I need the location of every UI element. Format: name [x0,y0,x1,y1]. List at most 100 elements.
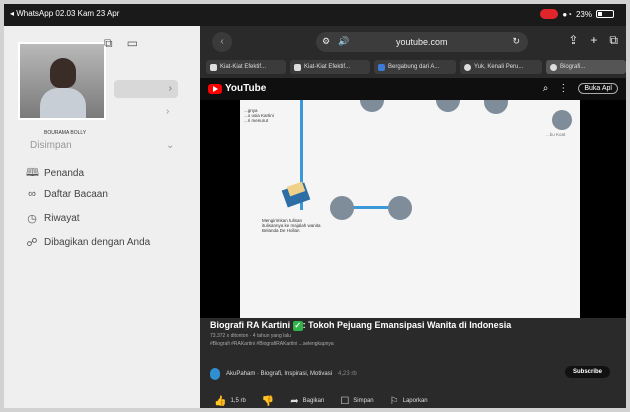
reload-icon[interactable]: ↻ [512,36,520,47]
tab-1[interactable]: Kiat-Kiat Efektif... [206,60,286,74]
status-left[interactable]: ◂ WhatsApp 02.03 Kam 23 Apr [10,9,119,18]
page-settings-icon[interactable]: ⚙ [322,36,330,47]
tab-4[interactable]: Yuk, Kenali Peru... [460,60,542,74]
timeline-node [330,196,354,220]
sidebar-toggle-icon[interactable]: ▭ [127,36,138,51]
tab-group-icon[interactable]: ⧉ [104,36,113,51]
channel-avatar-icon [210,368,220,380]
share-arrow-icon: ➦ [290,395,299,407]
status-right: ●◔ 23% [540,9,614,19]
battery-icon [596,10,614,18]
youtube-logo[interactable]: YouTube [208,83,266,94]
video-frame: ...gnya ...o usia Kartini ...ri menurut … [240,100,580,318]
glasses-icon: ∞ [28,188,36,200]
favicon-icon [378,63,385,71]
more-icon[interactable]: ⋮ [558,83,568,94]
like-count: 1,5 rb [230,398,246,404]
selected-row[interactable]: › [114,80,178,98]
thumbs-down-icon: 👎 [261,395,275,407]
tab-label: Biografi... [560,64,586,70]
open-app-button[interactable]: Buka Apl [578,83,618,94]
youtube-play-icon [208,83,222,94]
ipad-screen: ◂ WhatsApp 02.03 Kam 23 Apr ●◔ 23% BOURA… [4,4,626,408]
tab-5-active[interactable]: Biografi... [546,60,626,74]
thumbs-up-icon: 👍 [214,395,227,407]
sidebar-item-shared[interactable]: ☍ Dibagikan dengan Anda [26,236,150,249]
like-button[interactable]: 👍 1,5 rb [210,394,250,408]
sound-icon[interactable]: 🔊 [338,36,349,47]
browser-toolbar: ‹ ⚙ 🔊 youtube.com ↻ ⇪ + ⧉ [200,26,626,56]
save-icon: ☐ [340,395,350,407]
tabs-overview-icon[interactable]: ⧉ [609,33,618,48]
sidebar-item-bookmarks[interactable]: 🕮 Penanda [26,164,84,183]
flag-icon: ⚐ [389,395,399,407]
section-header: Disimpan [30,140,72,151]
wifi-icon: ●◔ [562,9,572,19]
shared-icon: ☍ [26,237,38,249]
battery-percent: 23% [575,9,592,19]
dislike-button[interactable]: 👎 [258,394,278,408]
video-actions: 👍 1,5 rb 👎 ➦ Bagikan ☐ Simpan ⚐ Laporkan [210,394,432,408]
status-bar: ◂ WhatsApp 02.03 Kam 23 Apr ●◔ 23% [4,4,626,26]
channel-name: AkuPaham · Biografi, Inspirasi, Motivasi [226,371,333,377]
tab-2[interactable]: Kiat-Kiat Efektif... [290,60,370,74]
video-tags[interactable]: #Biografi #RAKartini #BiografiRAKartini … [210,341,334,347]
youtube-header-actions: ⌕ ⋮ Buka Apl [543,83,618,94]
back-icon[interactable]: ‹ [212,32,232,52]
timeline-node [388,196,412,220]
chevron-right-icon: › [168,83,172,94]
recording-icon[interactable] [540,9,559,19]
timeline-node [360,100,384,112]
video-title: Biografi RA Kartini ✓: Tokoh Pejuang Ema… [210,320,511,331]
subscribe-button[interactable]: Subscribe [564,366,610,378]
envelope-icon [280,180,311,208]
report-button[interactable]: ⚐ Laporkan [386,394,432,408]
tab-label: Kiat-Kiat Efektif... [304,64,351,70]
youtube-logo-text: YouTube [225,83,267,94]
timeline-node [436,100,460,112]
toolbar-actions: ⇪ + ⧉ [568,33,618,48]
tab-3[interactable]: Bergabung dari A... [374,60,456,74]
globe-icon [464,63,471,71]
book-icon: 🕮 [26,167,39,179]
tab-label: Kiat-Kiat Efektif... [220,64,267,70]
sidebar-item-label: Dibagikan dengan Anda [44,237,151,248]
sidebar-item-label: Daftar Bacaan [44,188,108,200]
video-player[interactable]: ...gnya ...o usia Kartini ...ri menurut … [200,100,626,318]
search-icon[interactable]: ⌕ [543,83,549,94]
sidebar-item-label: Riwayat [44,213,80,224]
address-bar[interactable]: ⚙ 🔊 youtube.com ↻ [316,32,528,52]
save-label: Simpan [353,398,374,404]
chevron-down-icon[interactable]: ⌄ [166,140,174,151]
person-shirt [40,88,86,118]
share-icon[interactable]: ⇪ [568,33,578,48]
clock-icon: ◷ [27,213,37,225]
chevron-right-icon[interactable]: › [166,106,169,117]
safari-sidebar: BOURAMA BOLLY ⧉ ▭ › › Disimpan ⌄ 🕮 Penan… [4,26,200,408]
tab-label: Bergabung dari A... [388,64,440,70]
timeline-node [552,110,572,130]
facetime-thumbnail[interactable]: BOURAMA BOLLY [18,42,106,136]
save-button[interactable]: ☐ Simpan [336,394,377,408]
checkmark-icon: ✓ [292,320,303,331]
sidebar-item-label: Penanda [44,168,85,179]
video-text-top-left: ...gnya ...o usia Kartini ...ri menurut [244,108,274,123]
video-text-top-right: ...bu Koat [546,132,566,137]
person-head [50,58,76,88]
tab-label: Yuk, Kenali Peru... [474,64,524,70]
report-label: Laporkan [402,398,428,404]
thumbnail-name: BOURAMA BOLLY [44,130,87,136]
favicon-icon [550,63,557,71]
video-title-part2: : Tokoh Pejuang Emansipasi Wanita di Ind… [302,320,512,330]
video-caption: Mengirimkan tulisan itulisannya ke majal… [262,218,321,233]
new-tab-icon[interactable]: + [590,33,597,48]
youtube-header: YouTube ⌕ ⋮ Buka Apl [200,78,626,100]
channel-row[interactable]: AkuPaham · Biografi, Inspirasi, Motivasi… [210,368,357,380]
sidebar-item-reading-list[interactable]: ∞ Daftar Bacaan [26,188,108,200]
share-button[interactable]: ➦ Bagikan [286,394,328,408]
favicon-icon [210,63,217,71]
share-label: Bagikan [302,398,325,404]
video-views: 73.372 x ditonton · 4 tahun yang lalu [210,333,291,339]
sidebar-item-history[interactable]: ◷ Riwayat [26,212,80,225]
subscriber-count: 4,23 rb [338,371,357,377]
